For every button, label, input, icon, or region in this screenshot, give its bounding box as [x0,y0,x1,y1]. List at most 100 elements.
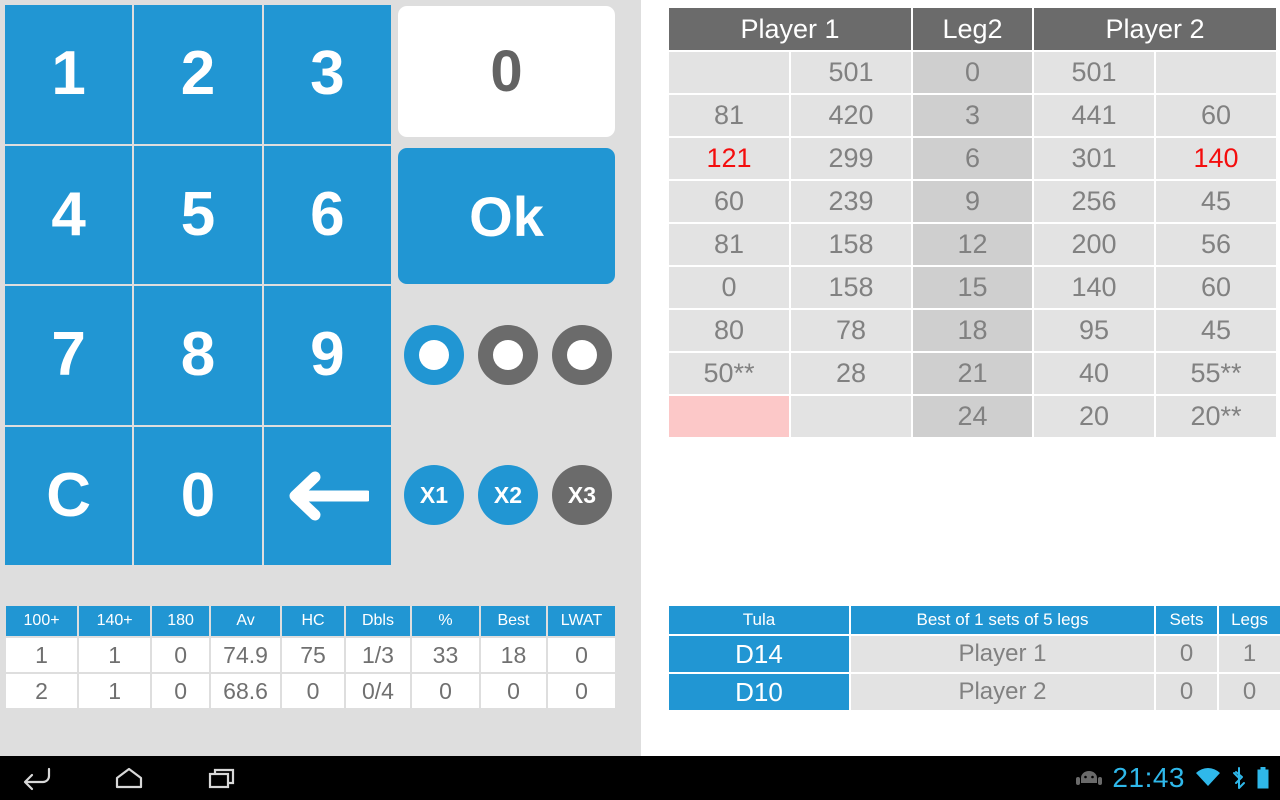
stats-header-dbls: Dbls [346,606,410,636]
key-2-label: 2 [180,39,216,109]
key-6[interactable]: 6 [263,145,391,284]
score-cell-p2-remaining: 256 [1034,181,1154,222]
score-cell-darts: 15 [913,267,1032,308]
multiplier-x3[interactable]: X3 [552,465,612,525]
table-row: 24 20 20** [669,396,1276,437]
stats-cell: 2 [6,674,78,708]
stats-row-player2: 2 1 0 68.6 0 0/4 0 0 0 [6,674,615,708]
table-row: 60 239 9 256 45 [669,181,1276,222]
table-row: 81 420 3 441 60 [669,95,1276,136]
nav-buttons [14,756,244,800]
stats-cell: 68.6 [211,674,281,708]
left-panel: 1 2 3 4 5 6 7 8 9 C 0 0 Ok X1 X2 X3 100+… [0,0,641,756]
key-2[interactable]: 2 [134,5,262,144]
table-row: 501 0 501 [669,52,1276,93]
key-0[interactable]: 0 [134,426,262,565]
multiplier-x3-label: X3 [567,481,597,508]
score-cell-p2-remaining: 200 [1034,224,1154,265]
key-8[interactable]: 8 [134,286,262,425]
key-clear-label: C [46,460,92,530]
score-cell-p2-throw: 140 [1156,138,1276,179]
score-header-row: Player 1 Leg2 Player 2 [669,8,1276,50]
dart-dot-1[interactable] [404,325,464,385]
multiplier-x1[interactable]: X1 [404,465,464,525]
key-3-label: 3 [310,39,345,109]
dart-dot-2-inner [493,340,523,370]
home-icon[interactable] [108,756,150,800]
key-9[interactable]: 9 [263,286,391,425]
match-row-player1[interactable]: D14 Player 1 0 1 [669,636,1280,672]
recents-icon[interactable] [202,756,244,800]
stats-cell: 18 [480,638,546,672]
match-header-legs: Legs [1219,606,1280,634]
match-header-checkout: Tula [669,606,849,634]
stats-header-140plus: 140+ [79,606,151,636]
stats-cell: 74.9 [211,638,281,672]
status-bar-clock: 21:43 [1112,762,1185,793]
stats-header-hc: HC [282,606,344,636]
key-7[interactable]: 7 [5,286,133,425]
score-cell-p2-throw: 55** [1156,353,1276,394]
stats-cell: 0 [282,674,344,708]
multiplier-x2[interactable]: X2 [478,465,538,525]
key-clear[interactable]: C [5,426,133,565]
legs-player2: 0 [1219,674,1280,710]
match-header-row: Tula Best of 1 sets of 5 legs Sets Legs [669,606,1280,634]
score-cell-p1-remaining: 239 [791,181,911,222]
stats-cell: 0 [480,674,546,708]
score-cell-p2-throw [1156,52,1276,93]
score-header-player1: Player 1 [669,8,911,50]
score-cell-p2-remaining: 140 [1034,267,1154,308]
score-cell-active-input[interactable] [669,396,789,437]
stats-header-180: 180 [152,606,210,636]
score-cell-p2-remaining: 301 [1034,138,1154,179]
score-display-value: 0 [490,39,523,104]
score-cell-p2-remaining: 501 [1034,52,1154,93]
player-name-player2: Player 2 [851,674,1154,710]
stats-cell: 1 [6,638,78,672]
score-cell-p1-remaining: 28 [791,353,911,394]
leg-score-table: Player 1 Leg2 Player 2 501 0 501 81 420 … [667,6,1278,439]
key-backspace[interactable] [263,426,391,565]
score-cell-p1-remaining: 78 [791,310,911,351]
key-5[interactable]: 5 [134,145,262,284]
dart-dot-2[interactable] [478,325,538,385]
android-navigation-bar: 21:43 [0,756,1280,800]
key-4[interactable]: 4 [5,145,133,284]
score-cell-p1-remaining: 299 [791,138,911,179]
stats-header-av: Av [211,606,281,636]
score-cell-p2-throw: 20** [1156,396,1276,437]
stats-cell: 0 [547,638,615,672]
dart-dot-3[interactable] [552,325,612,385]
table-row: 81 158 12 200 56 [669,224,1276,265]
backspace-arrow-icon [285,469,370,523]
ok-button-label: Ok [469,184,544,248]
ok-button[interactable]: Ok [398,148,615,284]
score-cell-p1-throw: 80 [669,310,789,351]
key-1[interactable]: 1 [5,5,133,144]
checkout-suggestion-player2: D10 [669,674,849,710]
checkout-suggestion-player1: D14 [669,636,849,672]
match-summary-table: Tula Best of 1 sets of 5 legs Sets Legs … [667,604,1280,712]
score-cell-p1-remaining [791,396,911,437]
match-row-player2[interactable]: D10 Player 2 0 0 [669,674,1280,710]
score-display[interactable]: 0 [398,6,615,137]
key-3[interactable]: 3 [263,5,391,144]
numeric-keypad: 1 2 3 4 5 6 7 8 9 C 0 [5,5,391,565]
stats-header-100plus: 100+ [6,606,78,636]
score-cell-darts: 12 [913,224,1032,265]
wifi-icon [1194,767,1222,789]
score-cell-darts: 24 [913,396,1032,437]
score-header-player2: Player 2 [1034,8,1276,50]
table-row: 121 299 6 301 140 [669,138,1276,179]
score-cell-p2-remaining: 20 [1034,396,1154,437]
stats-cell: 0 [152,674,210,708]
score-cell-p1-throw: 121 [669,138,789,179]
right-panel: Player 1 Leg2 Player 2 501 0 501 81 420 … [641,0,1280,756]
stats-row-player1: 1 1 0 74.9 75 1/3 33 18 0 [6,638,615,672]
key-9-label: 9 [310,320,345,390]
score-cell-p2-remaining: 95 [1034,310,1154,351]
match-header-sets: Sets [1156,606,1217,634]
back-icon[interactable] [14,756,56,800]
score-cell-p2-remaining: 40 [1034,353,1154,394]
